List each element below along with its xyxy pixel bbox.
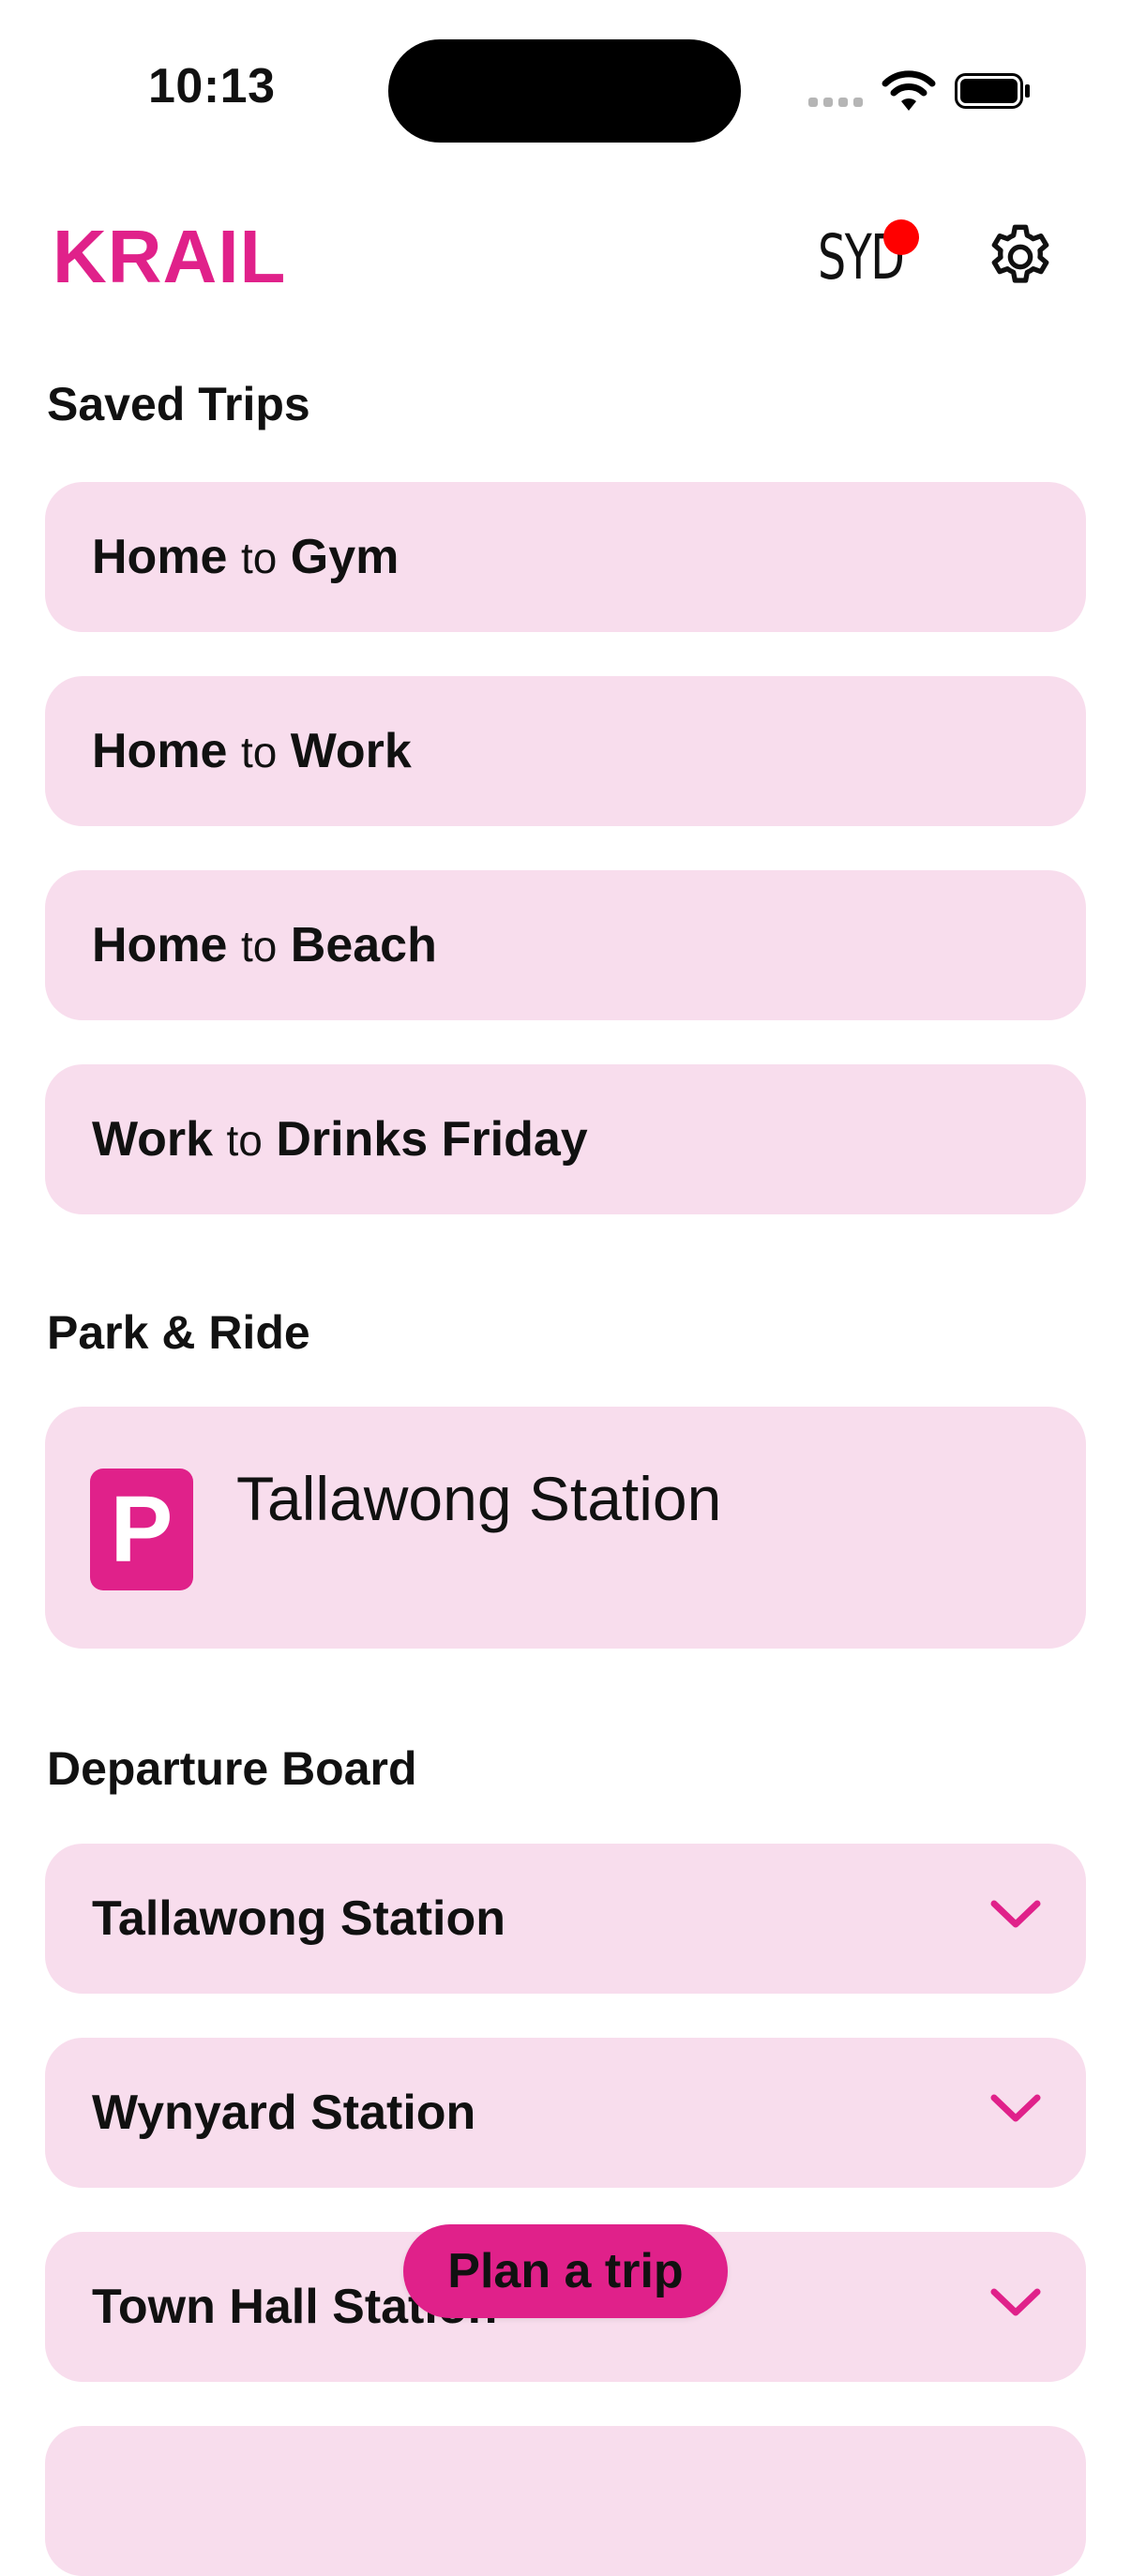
departure-station-card[interactable]: [45, 2426, 1086, 2576]
saved-trip-card[interactable]: Home to Gym: [45, 482, 1086, 632]
wifi-icon: [882, 70, 936, 111]
city-selector-button[interactable]: SYD: [818, 219, 919, 296]
trip-label: Home to Beach: [92, 918, 437, 972]
trip-label: Home to Work: [92, 724, 412, 778]
saved-trip-card[interactable]: Home to Beach: [45, 870, 1086, 1020]
gear-icon[interactable]: [983, 219, 1058, 294]
trip-label: Home to Gym: [92, 530, 400, 584]
departure-station-card[interactable]: Tallawong Station: [45, 1844, 1086, 1994]
departure-station-card[interactable]: Wynyard Station: [45, 2038, 1086, 2188]
park-ride-title: Park & Ride: [47, 1306, 310, 1359]
park-ride-station: Tallawong Station: [236, 1464, 722, 1533]
saved-trip-card[interactable]: Home to Work: [45, 676, 1086, 826]
app-header: KRAIL SYD: [0, 188, 1131, 319]
trip-label: Work to Drinks Friday: [92, 1112, 588, 1167]
departure-station-name: Tallawong Station: [92, 1891, 506, 1946]
status-time: 10:13: [148, 59, 276, 113]
dynamic-island: [388, 39, 741, 143]
app-logo: KRAIL: [53, 215, 287, 298]
saved-trips-title: Saved Trips: [47, 378, 310, 430]
cellular-signal-icon: [808, 98, 863, 107]
chevron-down-icon[interactable]: [988, 1896, 1043, 1934]
chevron-down-icon[interactable]: [988, 2284, 1043, 2322]
departure-board-title: Departure Board: [47, 1742, 417, 1795]
battery-icon: [955, 73, 1030, 109]
status-bar: 10:13: [0, 0, 1131, 169]
chevron-down-icon[interactable]: [988, 2090, 1043, 2128]
parking-icon: P: [90, 1469, 193, 1590]
saved-trip-card[interactable]: Work to Drinks Friday: [45, 1064, 1086, 1214]
park-ride-card[interactable]: P Tallawong Station: [45, 1407, 1086, 1649]
plan-trip-button[interactable]: Plan a trip: [403, 2224, 728, 2318]
departure-station-name: Wynyard Station: [92, 2086, 476, 2140]
notification-dot: [883, 219, 919, 255]
